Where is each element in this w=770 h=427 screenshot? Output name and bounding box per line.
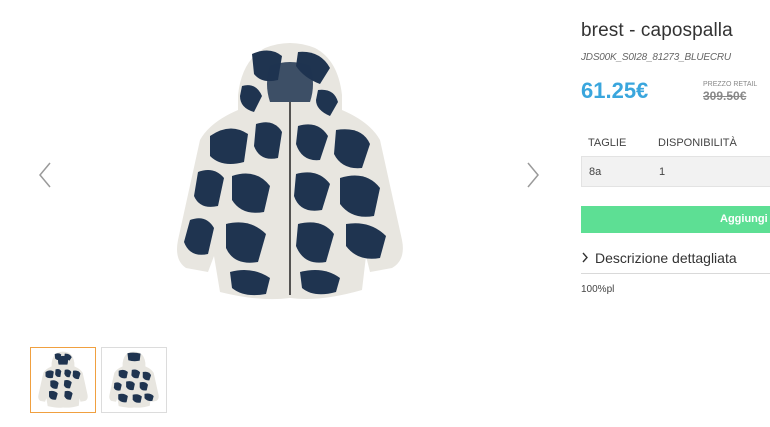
thumbnail-front[interactable]	[30, 347, 96, 413]
availability-value: 1	[659, 165, 666, 178]
product-sku: JDS00K_S0I28_81273_BLUECRU	[581, 52, 731, 63]
product-main-image	[170, 40, 410, 305]
add-to-cart-button[interactable]: Aggiungi a	[581, 206, 770, 233]
chevron-right-icon	[527, 162, 539, 188]
add-to-cart-label: Aggiungi a	[720, 213, 770, 225]
jacket-thumbnail-image	[109, 351, 159, 408]
size-value: 8a	[589, 165, 602, 178]
chevron-left-icon	[39, 162, 51, 188]
size-table: TAGLIE DISPONIBILITÀ 8a 1	[581, 130, 770, 187]
jacket-thumbnail-image	[38, 351, 88, 408]
availability-column-header: DISPONIBILITÀ	[658, 137, 737, 149]
size-table-header: TAGLIE DISPONIBILITÀ	[581, 130, 770, 156]
description-toggle[interactable]: Descrizione dettagliata	[581, 250, 770, 274]
retail-price: 309.50€	[703, 89, 747, 103]
material-text: 100%pl	[581, 284, 615, 295]
size-row[interactable]: 8a 1	[581, 156, 770, 187]
chevron-right-icon	[581, 251, 589, 266]
gallery-next-button[interactable]	[522, 160, 542, 190]
product-price: 61.25€	[581, 78, 649, 103]
description-toggle-label: Descrizione dettagliata	[595, 250, 737, 266]
product-title: brest - capospalla	[581, 20, 733, 41]
thumbnail-back[interactable]	[101, 347, 167, 413]
size-column-header: TAGLIE	[588, 137, 627, 149]
product-gallery	[0, 0, 560, 427]
gallery-prev-button[interactable]	[36, 160, 56, 190]
thumbnail-strip	[30, 347, 167, 413]
retail-price-label: PREZZO RETAIL	[703, 81, 758, 88]
